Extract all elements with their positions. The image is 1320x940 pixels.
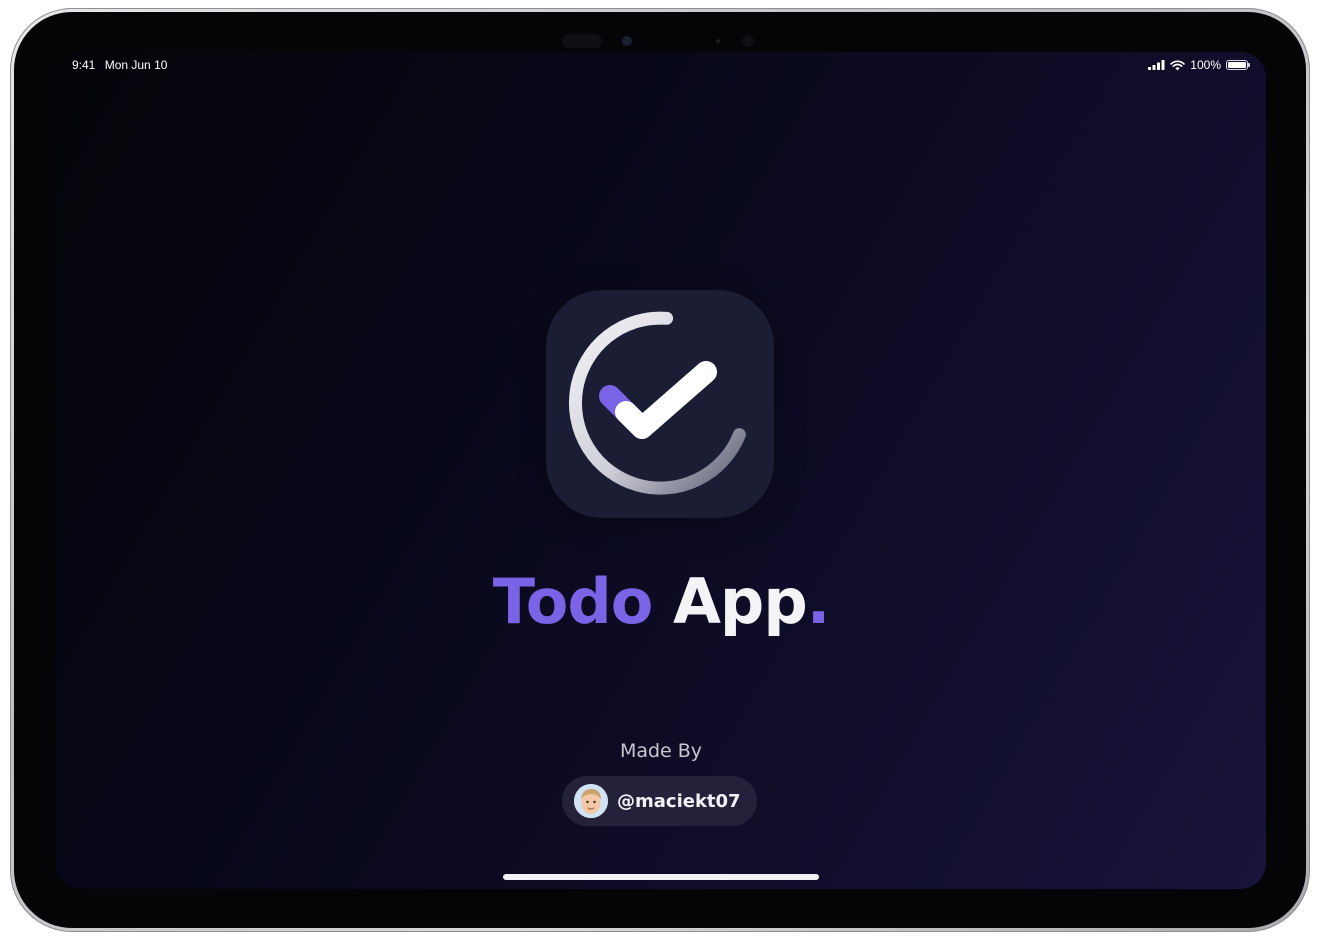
status-left: 9:41 Mon Jun 10: [72, 58, 173, 72]
made-by-label: Made By: [619, 740, 703, 762]
memoji-avatar-icon: [574, 784, 608, 818]
wifi-icon: [1170, 59, 1186, 70]
avatar: [574, 784, 608, 818]
face-id-sensor: [562, 34, 602, 48]
proximity-sensor: [742, 35, 754, 47]
front-camera-icon: [622, 36, 632, 46]
status-date: Mon Jun 10: [104, 58, 168, 72]
battery-level-fill: [1228, 62, 1246, 68]
battery-icon: [1226, 60, 1250, 70]
battery-percentage: 100%: [1190, 58, 1221, 72]
ambient-light-sensor: [716, 39, 720, 43]
home-indicator[interactable]: [503, 874, 819, 880]
battery-cap: [1248, 63, 1250, 67]
status-time: 9:41: [72, 58, 96, 72]
author-handle: @maciekt07: [617, 790, 741, 812]
cellular-signal-icon: [1148, 60, 1165, 70]
checkmark-progress-icon: [568, 311, 746, 495]
app-screen: 9:41 Mon Jun 10 100% Todo App. Made By @…: [56, 52, 1266, 889]
author-link-button[interactable]: @maciekt07: [562, 776, 757, 826]
title-app: App: [672, 565, 808, 638]
status-right: 100%: [1148, 58, 1250, 72]
app-logo: [546, 290, 774, 518]
title-dot: .: [806, 565, 831, 638]
app-title: Todo App.: [56, 564, 1266, 640]
title-todo: Todo: [492, 565, 654, 638]
status-bar: 9:41 Mon Jun 10 100%: [56, 52, 1266, 78]
